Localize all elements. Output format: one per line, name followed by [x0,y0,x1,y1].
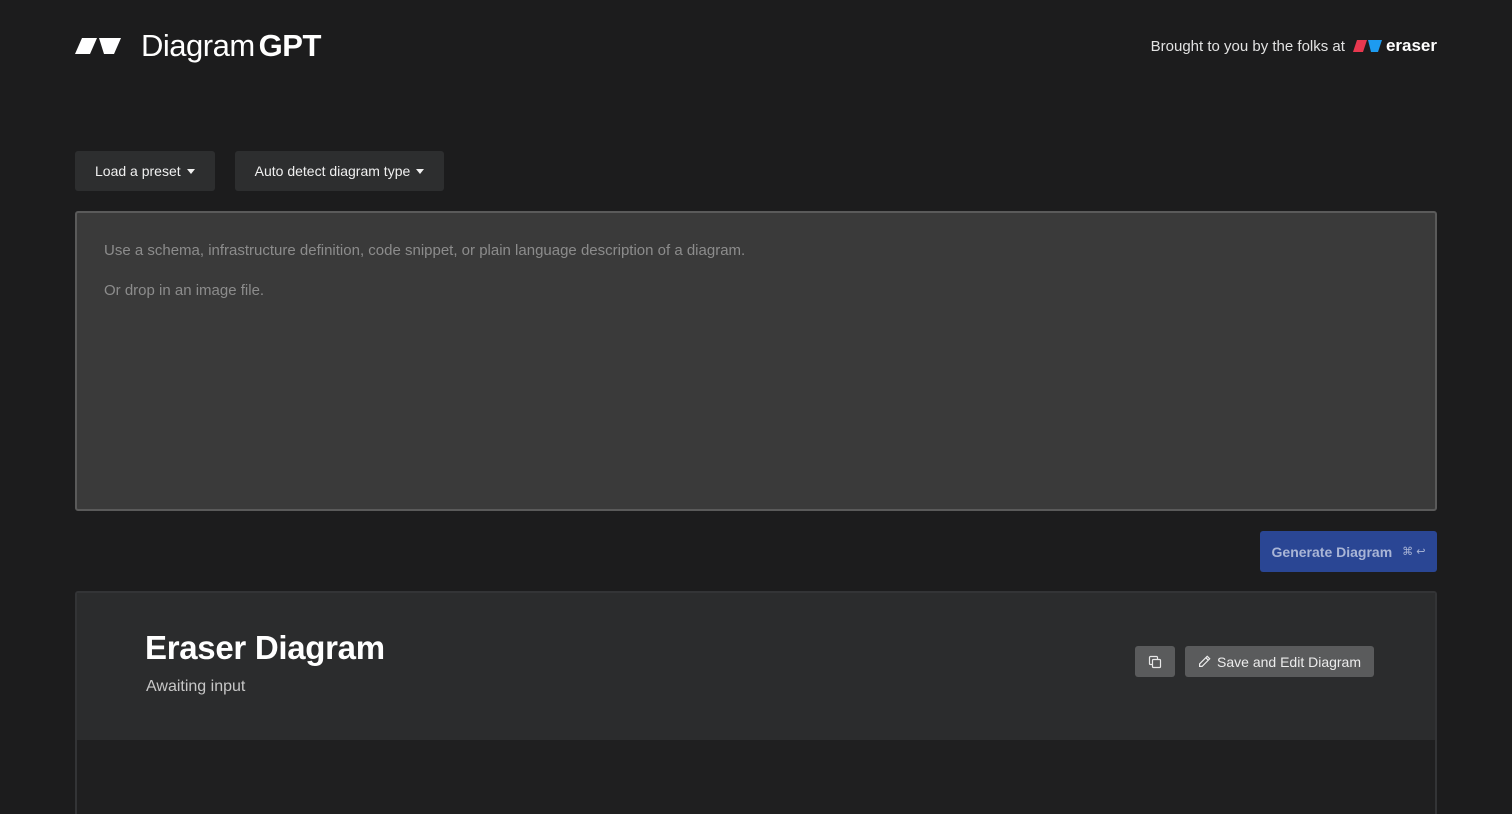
eraser-logo-icon [75,38,121,54]
output-actions: Save and Edit Diagram [1135,646,1374,677]
brand-name-bold: GPT [258,28,322,63]
diagram-type-dropdown[interactable]: Auto detect diagram type [234,151,445,191]
toolbar: Load a preset Auto detect diagram type [75,151,445,191]
brand-name: Diagram GPT [141,28,321,64]
load-preset-dropdown[interactable]: Load a preset [75,151,215,191]
page: Diagram GPT Brought to you by the folks a… [0,0,1512,814]
brand-name-light: Diagram [141,28,255,63]
keyboard-shortcut: ⌘ ↩ [1402,546,1426,558]
credit-brand: eraser [1385,36,1437,55]
eraser-color-logo-icon [1352,40,1382,52]
save-edit-diagram-button[interactable]: Save and Edit Diagram [1185,646,1374,677]
output-header: Eraser Diagram Awaiting input Save and E… [77,593,1435,740]
header: Diagram GPT Brought to you by the folks a… [75,28,1437,64]
pencil-icon [1199,655,1211,667]
copy-icon [1148,655,1162,668]
credit-text: Brought to you by the folks at [1150,37,1345,55]
input-placeholder-line-2: Or drop in an image file. [104,282,265,299]
save-edit-diagram-label: Save and Edit Diagram [1217,653,1361,670]
output-title: Eraser Diagram [145,629,385,666]
caret-down-icon [416,168,425,174]
diagram-type-label: Auto detect diagram type [254,163,411,179]
credit-link[interactable]: Brought to you by the folks at eraser [1151,36,1437,56]
caret-down-icon [186,168,195,174]
output-panel: Eraser Diagram Awaiting input Save and E… [75,591,1437,814]
generate-diagram-button[interactable]: Generate Diagram ⌘ ↩ [1260,531,1437,572]
copy-button[interactable] [1135,646,1176,677]
output-status: Awaiting input [146,678,246,695]
diagram-input[interactable]: Use a schema, infrastructure definition,… [75,211,1437,511]
input-placeholder-line-1: Use a schema, infrastructure definition,… [104,242,746,259]
load-preset-label: Load a preset [95,163,181,179]
brand[interactable]: Diagram GPT [75,28,321,64]
generate-diagram-label: Generate Diagram [1271,543,1393,560]
